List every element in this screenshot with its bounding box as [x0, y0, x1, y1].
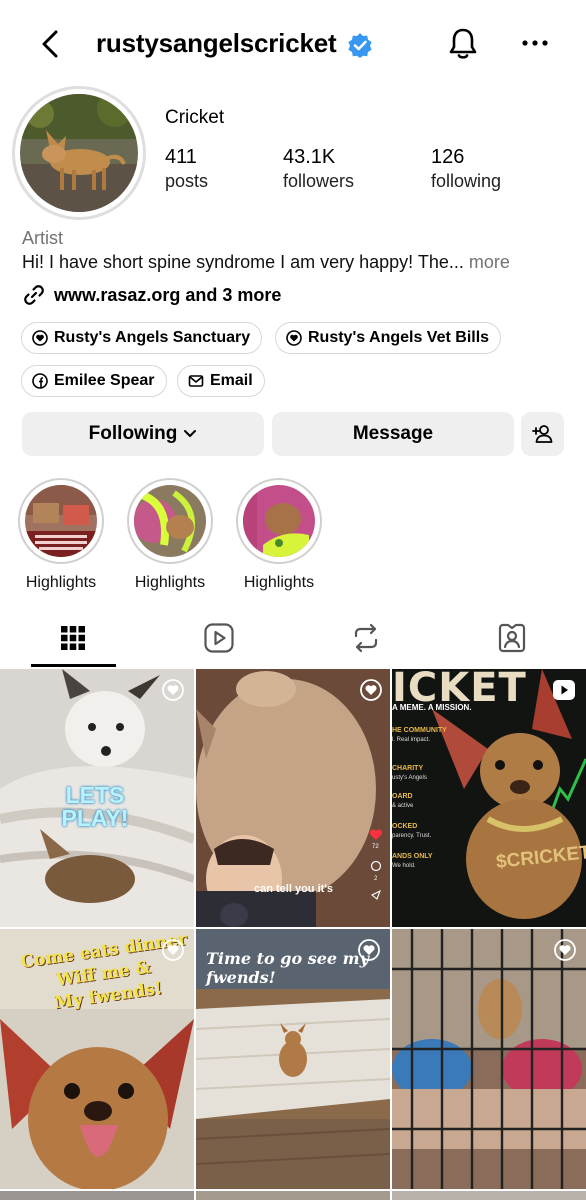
post-line-text: CHARITY	[392, 765, 424, 772]
post-thumbnail-9[interactable]	[392, 1191, 586, 1200]
carousel-icon	[358, 939, 380, 961]
stat-label: followers	[283, 171, 355, 191]
profile-display-name: Cricket	[165, 107, 225, 128]
profile-bio: Hi! I have short spine syndrome I am ver…	[22, 252, 510, 273]
post-line-text: HE COMMUNITY	[392, 727, 447, 734]
comment-icon	[370, 860, 382, 872]
post-overlay-text: LETS PLAY!	[61, 782, 129, 831]
bell-icon[interactable]	[446, 26, 480, 62]
verified-badge-icon	[348, 33, 372, 58]
reel-play-icon	[553, 680, 575, 700]
highlight-label: Highlights	[243, 574, 315, 591]
post-image	[392, 929, 586, 1189]
tab-reposts[interactable]	[346, 618, 386, 658]
chevron-down-icon	[184, 430, 197, 437]
stat-value: 411	[165, 146, 197, 168]
profile-category: Artist	[22, 228, 64, 248]
tab-grid[interactable]	[53, 618, 93, 658]
top-bar: rustysangelscricket	[0, 0, 586, 90]
heart-icon	[369, 829, 383, 840]
tagged-icon	[498, 623, 526, 653]
mail-icon	[188, 373, 204, 389]
profile-link-text: www.rasaz.org and 3 more	[54, 284, 282, 305]
facebook-chip[interactable]: Emilee Spear	[21, 365, 167, 397]
grid-icon	[61, 626, 85, 650]
highlight-cover	[236, 478, 322, 564]
message-button[interactable]: Message	[272, 412, 514, 456]
highlight-cover	[18, 478, 104, 564]
post-line-text: l. Real impact.	[392, 737, 431, 743]
post-thumbnail-7[interactable]	[0, 1191, 194, 1200]
fundraiser-icon	[32, 330, 48, 346]
profile-username: rustysangelscricket	[96, 28, 337, 58]
stat-posts[interactable]: 411 posts	[165, 145, 208, 193]
post-thumbnail-5[interactable]: Time to go see my fwends!	[196, 929, 390, 1189]
link-icon	[24, 285, 44, 305]
highlight-3[interactable]: Highlights	[235, 478, 323, 592]
post-line-text: ANDS ONLY	[392, 853, 433, 860]
highlight-1[interactable]: Highlights	[17, 478, 105, 592]
following-button[interactable]: Following	[22, 412, 264, 456]
highlight-cover	[127, 478, 213, 564]
avatar-image	[20, 94, 138, 212]
fundraiser-chip-vet-bills[interactable]: Rusty's Angels Vet Bills	[275, 322, 502, 354]
chip-label: Rusty's Angels Vet Bills	[308, 329, 490, 346]
post-thumbnail-8[interactable]	[196, 1191, 390, 1200]
carousel-icon	[162, 939, 184, 961]
stat-followers[interactable]: 43.1K followers	[283, 145, 354, 193]
post-subtitle-text: A MEME. A MISSION.	[392, 703, 472, 712]
carousel-icon	[162, 679, 184, 701]
post-line-text: usty's Angels	[392, 775, 427, 781]
fundraiser-chip-sanctuary[interactable]: Rusty's Angels Sanctuary	[21, 322, 263, 354]
reposts-icon	[354, 623, 378, 653]
post-thumbnail-1[interactable]: LETS PLAY!	[0, 669, 194, 927]
post-line-text: We hold.	[392, 863, 416, 869]
stat-label: posts	[165, 171, 209, 191]
post-thumbnail-2[interactable]: can tell you it's 72 2	[196, 669, 390, 927]
highlight-2[interactable]: Highlights	[126, 478, 214, 592]
following-label: Following	[88, 423, 178, 444]
more-horizontal-icon[interactable]	[520, 28, 550, 58]
post-thumbnail-3[interactable]: ICKET A MEME. A MISSION. HE COMMUNITY l.…	[392, 669, 586, 927]
message-label: Message	[352, 423, 434, 444]
post-line-text: OARD	[392, 793, 413, 800]
carousel-icon	[360, 679, 382, 701]
stat-value: 126	[431, 146, 465, 168]
profile-avatar[interactable]	[12, 86, 146, 220]
tab-tagged[interactable]	[492, 618, 532, 658]
post-line-text: parency. Trust.	[392, 833, 432, 839]
post-thumbnail-6[interactable]	[392, 929, 586, 1189]
highlight-label: Highlights	[25, 574, 97, 591]
post-caption-text: can tell you it's	[254, 883, 334, 895]
active-tab-indicator	[31, 664, 116, 667]
post-line-text: & active	[392, 803, 414, 809]
carousel-icon	[554, 939, 576, 961]
chip-label: Emilee Spear	[54, 372, 155, 389]
stat-following[interactable]: 126 following	[431, 145, 501, 193]
fundraiser-icon	[286, 330, 302, 346]
comment-count: 2	[374, 876, 378, 882]
chevron-left-icon[interactable]	[36, 26, 66, 62]
bio-text: Hi! I have short spine syndrome I am ver…	[22, 252, 464, 272]
share-icon	[370, 889, 382, 900]
stat-label: following	[431, 171, 502, 191]
post-line-text: OCKED	[392, 823, 418, 830]
email-chip[interactable]: Email	[177, 365, 265, 397]
chip-label: Email	[210, 372, 253, 389]
bio-more-link[interactable]: more	[469, 252, 510, 272]
suggest-people-button[interactable]	[521, 412, 564, 456]
chip-label: Rusty's Angels Sanctuary	[54, 329, 251, 346]
stat-value: 43.1K	[283, 146, 336, 168]
add-person-icon	[531, 425, 552, 443]
facebook-icon	[32, 373, 48, 389]
profile-links[interactable]: www.rasaz.org and 3 more	[22, 282, 281, 308]
reels-icon	[204, 623, 234, 653]
tab-reels[interactable]	[199, 618, 239, 658]
post-thumbnail-4[interactable]: Come eats dinner Wiff me & My fwends!	[0, 929, 194, 1189]
like-count: 72	[372, 844, 379, 850]
highlight-label: Highlights	[134, 574, 206, 591]
